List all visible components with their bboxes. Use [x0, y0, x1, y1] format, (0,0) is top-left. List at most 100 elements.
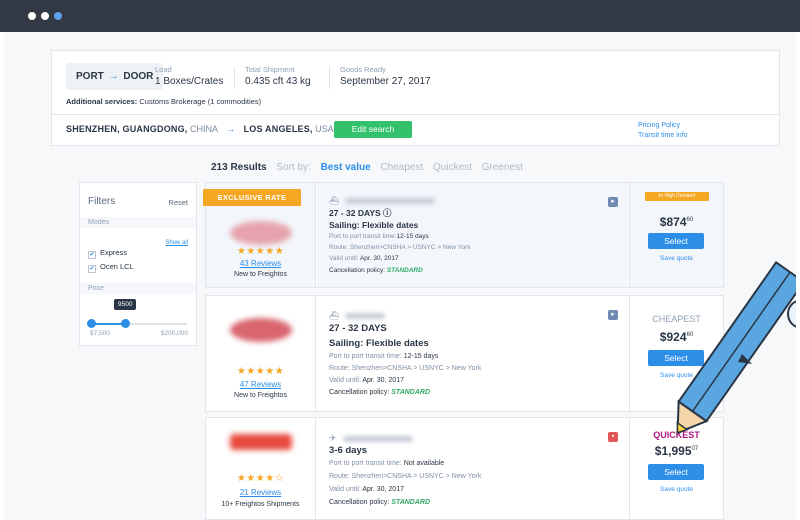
policy-links: Pricing Policy Transit time info	[638, 121, 688, 141]
checkbox-checked-icon[interactable]: ✔	[88, 265, 96, 273]
vendor-status: New to Freightos	[234, 271, 287, 278]
mode-to: DOOR	[123, 71, 154, 82]
price-main: $1,995	[654, 444, 692, 458]
route-info: Route: Shenzhen>CNSHA > USNYC > New York	[329, 473, 482, 480]
price-main: $874	[659, 215, 687, 229]
info-icon[interactable]: ▸	[608, 197, 618, 207]
ship-icon: ⛴	[329, 311, 340, 321]
route-line: SHENZHEN, GUANGDONG, CHINA → LOS ANGELES…	[66, 124, 334, 134]
price-slider-max-handle[interactable]	[120, 319, 130, 328]
valid-value: Apr. 30, 2017	[359, 255, 399, 262]
dest-city: LOS ANGELES,	[243, 124, 313, 134]
additional-label: Additional services:	[66, 97, 138, 106]
valid-label: Valid until:	[329, 486, 361, 493]
vendor-status: 10+ Freightos Shipments	[221, 501, 300, 508]
transit-time: Port to port transit time:12-15 days	[329, 233, 429, 240]
total-label: Total Shipment	[245, 65, 295, 74]
transit-days: 3-6 days	[329, 445, 368, 456]
window-minimize-icon[interactable]	[41, 12, 49, 20]
valid-label: Valid until:	[329, 377, 361, 384]
price-slider-track[interactable]	[87, 319, 187, 328]
price-slider-min-handle[interactable]	[87, 319, 96, 328]
load-label: Load	[155, 65, 172, 74]
results-count: 213 Results	[211, 162, 267, 173]
cancellation-policy: Cancellation policy: STANDARD	[329, 267, 423, 274]
mode-label: Ocen LCL	[100, 262, 134, 271]
result-card: EXCLUSIVE RATE ★★★★★ 43 Reviews New to F…	[203, 182, 724, 288]
price-min-label: $7,500	[90, 330, 110, 337]
edit-search-button[interactable]: Edit search	[334, 121, 412, 138]
transit-days: 27 - 32 DAYS ⓘ	[329, 208, 392, 218]
carrier-row: ✈	[329, 430, 413, 443]
select-button[interactable]: Select	[648, 350, 704, 366]
cancel-label: Cancellation policy:	[329, 389, 390, 396]
cancel-value: STANDARD	[391, 389, 431, 396]
transit-label: Port to port transit time:	[329, 353, 402, 360]
transit-value: Not available	[403, 460, 445, 467]
price-panel: In High Demand $87460 Select Save quote	[629, 183, 723, 287]
carrier-row: ⛴	[329, 192, 436, 205]
carrier-name	[342, 435, 413, 442]
reviews-link[interactable]: 47 Reviews	[206, 380, 315, 389]
checkbox-checked-icon[interactable]: ✔	[88, 251, 96, 259]
window-close-icon[interactable]	[28, 12, 36, 20]
load-info: Load 1 Boxes/Crates	[155, 65, 223, 87]
transit-value: 12-15 days	[403, 353, 439, 360]
price: $87460	[630, 215, 723, 229]
transit-info-link[interactable]: Transit time info	[638, 131, 688, 141]
filters-title: Filters	[88, 196, 116, 207]
price-panel: QUICKEST $1,99507 Select Save quote	[629, 418, 723, 519]
quote-details: ✈ ▪ 3-6 days Port to port transit time: …	[317, 418, 628, 519]
price-cents: 60	[686, 332, 694, 338]
reviews-link[interactable]: 43 Reviews	[206, 259, 315, 268]
carrier-panel: ★★★★☆ 21 Reviews 10+ Freightos Shipments	[206, 418, 316, 519]
cancellation-policy: Cancellation policy: STANDARD	[329, 389, 430, 396]
price-cents: 60	[686, 217, 694, 223]
mode-label: Express	[100, 248, 128, 257]
filters-reset-link[interactable]: Reset	[168, 198, 188, 207]
search-summary: PORT → DOOR Load 1 Boxes/Crates Total Sh…	[51, 50, 780, 146]
valid-label: Valid until:	[329, 255, 359, 262]
window-maximize-icon[interactable]	[54, 12, 62, 20]
validity: Valid until: Apr. 30, 2017	[329, 255, 399, 262]
divider	[329, 67, 330, 89]
select-button[interactable]: Select	[648, 233, 704, 249]
vendor-status: New to Freightos	[234, 392, 287, 399]
select-button[interactable]: Select	[648, 464, 704, 480]
window-titlebar	[0, 0, 800, 32]
route-info: Route: Shenzhen>CNSHA > USNYC > New York	[329, 365, 482, 372]
cancel-value: STANDARD	[391, 499, 431, 506]
show-all-link[interactable]: Show all	[165, 240, 188, 246]
sort-best-value[interactable]: Best value	[321, 162, 371, 173]
save-quote-link[interactable]: Save quote	[630, 486, 723, 493]
rating-stars-icon: ★★★★★	[236, 246, 285, 257]
info-icon[interactable]: ▸	[608, 310, 618, 320]
cancel-label: Cancellation policy:	[329, 267, 386, 274]
additional-services: Additional services: Customs Brokerage (…	[66, 97, 261, 106]
reviews-link[interactable]: 21 Reviews	[206, 488, 315, 497]
carrier-panel: EXCLUSIVE RATE ★★★★★ 43 Reviews New to F…	[203, 183, 316, 287]
carrier-row: ⛴	[329, 307, 386, 321]
transit-value: 12-15 days	[396, 233, 429, 240]
pricing-policy-link[interactable]: Pricing Policy	[638, 121, 688, 131]
save-quote-link[interactable]: Save quote	[630, 255, 723, 262]
price-section-label: Price	[80, 283, 196, 294]
price: $92460	[630, 330, 723, 344]
mode-from: PORT	[76, 71, 104, 82]
sort-greenest[interactable]: Greenest	[482, 162, 523, 173]
mode-checkbox-lcl[interactable]: ✔ Ocen LCL	[88, 262, 134, 273]
save-quote-link[interactable]: Save quote	[630, 372, 723, 379]
sort-quickest[interactable]: Quickest	[433, 162, 472, 173]
cancel-label: Cancellation policy:	[329, 499, 390, 506]
carrier-panel: ★★★★★ 47 Reviews New to Freightos	[206, 296, 316, 411]
filters-panel: Filters Reset Modes Show all ✔ Express ✔ O…	[79, 182, 197, 346]
ready-label: Goods Ready	[340, 65, 386, 74]
sort-cheapest[interactable]: Cheapest	[380, 162, 423, 173]
result-card: ★★★★☆ 21 Reviews 10+ Freightos Shipments…	[205, 417, 724, 520]
arrow-right-icon: →	[226, 124, 236, 134]
mode-checkbox-express[interactable]: ✔ Express	[88, 248, 127, 259]
valid-value: Apr. 30, 2017	[362, 377, 404, 384]
sailing-info: Sailing: Flexible dates	[329, 220, 419, 230]
info-icon[interactable]: ▪	[608, 432, 618, 442]
app-canvas: PORT → DOOR Load 1 Boxes/Crates Total Sh…	[4, 32, 796, 520]
